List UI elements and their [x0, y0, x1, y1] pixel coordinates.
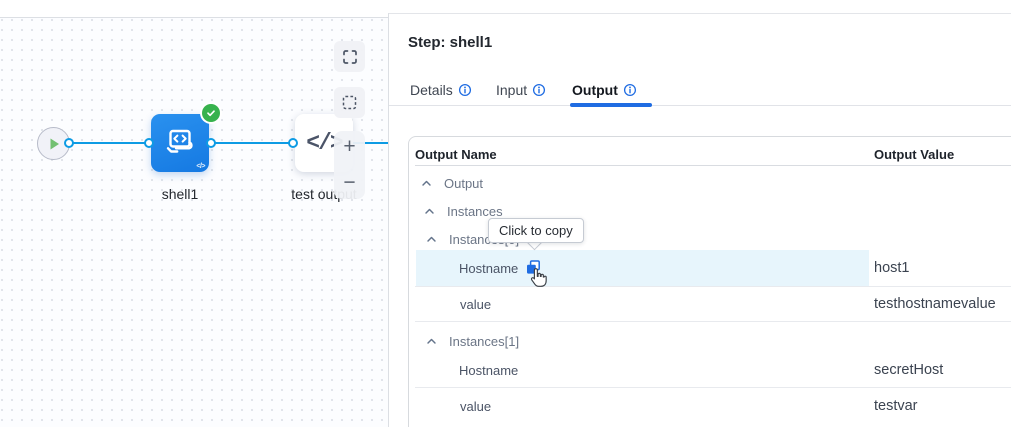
- tab-output[interactable]: Output: [572, 82, 637, 98]
- workflow-editor: </> shell1 </> test output + −: [0, 0, 1011, 427]
- output-value-testhostnamevalue: testhostnamevalue: [874, 296, 996, 312]
- edge-anchor: [206, 138, 216, 148]
- edge-shell1-to-test-output: [211, 142, 295, 144]
- output-name-value-2: value: [460, 399, 491, 414]
- node-label-test-output: test output: [264, 186, 384, 202]
- code-glyph-small: </>: [196, 163, 205, 170]
- output-value-testvar: testvar: [874, 398, 918, 414]
- output-table: Output Name Output Value Output Instance…: [408, 136, 1011, 427]
- row-divider: [415, 387, 1011, 388]
- output-name-hostname: Hostname: [459, 261, 518, 276]
- tab-input[interactable]: Input: [496, 82, 546, 98]
- output-name-hostname-2: Hostname: [459, 363, 518, 378]
- column-header-output-name: Output Name: [415, 147, 497, 162]
- hand-cursor-icon: [529, 267, 548, 288]
- edge-anchor: [144, 138, 154, 148]
- marquee-select-icon: [341, 94, 358, 111]
- pipeline-canvas[interactable]: </> shell1 </> test output + −: [0, 17, 388, 427]
- active-tab-underline: [570, 103, 652, 107]
- column-header-output-value: Output Value: [874, 147, 954, 162]
- row-divider: [415, 321, 1011, 322]
- zoom-in-button[interactable]: +: [334, 137, 365, 157]
- tab-details[interactable]: Details: [410, 82, 472, 98]
- node-label-shell1: shell1: [120, 186, 240, 202]
- shell-script-icon: [162, 125, 198, 161]
- chevron-up-icon[interactable]: [426, 336, 437, 347]
- tree-group-instances-1[interactable]: Instances[1]: [426, 330, 519, 352]
- output-value-secrethost: secretHost: [874, 362, 943, 378]
- copy-tooltip: Click to copy: [488, 218, 584, 243]
- step-details-panel: Step: shell1 Details Input Output: [389, 13, 1011, 427]
- chevron-up-icon[interactable]: [424, 206, 435, 217]
- zoom-out-button[interactable]: −: [334, 173, 365, 193]
- fullscreen-icon: [342, 49, 358, 65]
- fullscreen-button[interactable]: [334, 41, 365, 72]
- panel-title: Step: shell1: [408, 34, 492, 51]
- edge-anchor: [288, 138, 298, 148]
- output-name-value: value: [460, 297, 491, 312]
- edge-start-to-shell1: [69, 142, 151, 144]
- play-icon: [47, 137, 61, 151]
- check-icon: [206, 108, 216, 118]
- output-value-host1: host1: [874, 260, 909, 276]
- chevron-up-icon[interactable]: [421, 178, 432, 189]
- edge-anchor: [64, 138, 74, 148]
- zoom-controls: + −: [334, 131, 365, 199]
- row-divider: [415, 286, 1011, 287]
- header-divider: [415, 165, 1011, 166]
- info-icon: [532, 83, 546, 97]
- marquee-select-button[interactable]: [334, 87, 365, 118]
- tabs-divider: [389, 105, 1011, 106]
- success-badge: [202, 104, 220, 122]
- node-shell1[interactable]: </>: [151, 114, 209, 172]
- info-icon: [623, 83, 637, 97]
- info-icon: [458, 83, 472, 97]
- tree-group-output[interactable]: Output: [421, 172, 483, 194]
- chevron-up-icon[interactable]: [426, 234, 437, 245]
